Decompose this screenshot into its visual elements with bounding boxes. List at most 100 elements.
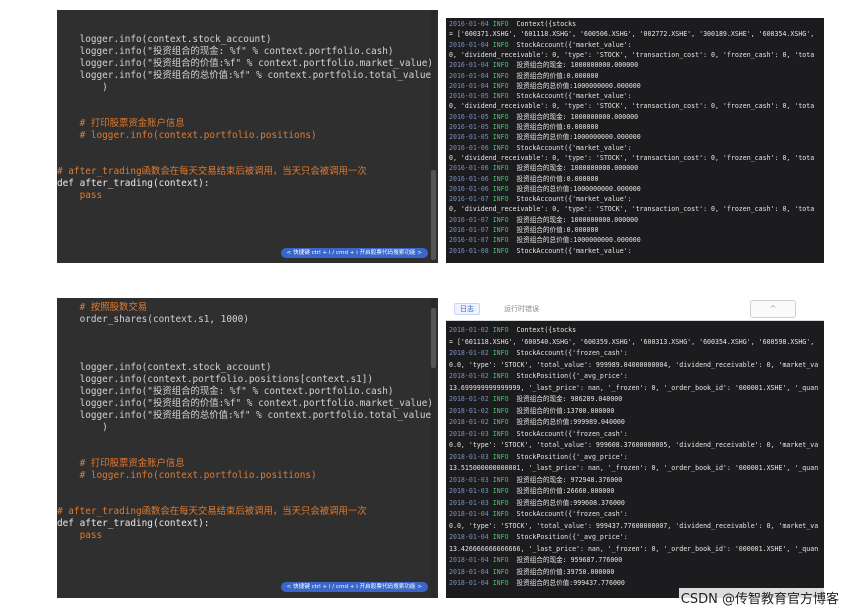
- log-line: 0, 'dividend_receivable': 0, 'type': 'ST…: [446, 154, 824, 162]
- log-level: INFO: [492, 112, 509, 121]
- code-line: logger.info("投资组合的总价值:%f" % context.port…: [57, 70, 432, 81]
- bottom-shortcut-hint[interactable]: < 快捷键 ctrl + i / cmd + i 开启股票代码搜索功能 >: [280, 582, 428, 592]
- top-shortcut-hint[interactable]: < 快捷键 ctrl + i / cmd + i 开启股票代码搜索功能 >: [280, 248, 428, 258]
- log-message: 投资组合的现金: 959687.776000: [516, 556, 623, 564]
- log-line: 2018-01-03 INFO StockPosition({'_avg_pri…: [446, 453, 824, 461]
- log-line: 2018-01-02 INFO 投资组合的现金: 986289.040000: [446, 395, 824, 403]
- log-message: 0.0, 'type': 'STOCK', 'total_value': 999…: [449, 360, 819, 369]
- bottom-code-editor[interactable]: # 按照股数交易 order_shares(context.s1, 1000) …: [57, 298, 438, 598]
- log-level: INFO: [492, 567, 509, 576]
- log-level: INFO: [492, 429, 509, 438]
- log-line: 2018-01-04 INFO StockAccount({'frozen_ca…: [446, 510, 824, 518]
- log-message: 0, 'dividend_receivable': 0, 'type': 'ST…: [449, 205, 815, 214]
- code-line: logger.info("投资组合的现金: %f" % context.port…: [57, 386, 394, 397]
- code-line: # after_trading函数会在每天交易结束后被调用，当天只会被调用一次: [57, 506, 367, 517]
- log-message: 投资组合的价值:13700.000000: [516, 406, 615, 415]
- bottom-code-scrollbar[interactable]: [431, 308, 436, 368]
- log-timestamp: 2018-01-02: [449, 418, 489, 426]
- code-line: logger.info(context.portfolio.positions[…: [57, 374, 374, 385]
- tab-runtime-errors[interactable]: 运行时错误: [504, 304, 539, 314]
- code-line: # 按照股数交易: [57, 302, 148, 313]
- log-message: StockPosition({'_avg_price':: [516, 533, 628, 541]
- code-line: logger.info("投资组合的价值:%f" % context.portf…: [57, 398, 434, 409]
- log-line: 2016-01-07 INFO 投资组合的现金: 1000000000.0000…: [446, 216, 824, 224]
- log-message: 0.0, 'type': 'STOCK', 'total_value': 999…: [449, 521, 819, 530]
- top-log-tabs-strip: [446, 10, 824, 18]
- log-message: Context({stocks: [516, 326, 577, 334]
- log-message: StockAccount({'frozen_cash':: [516, 510, 628, 518]
- log-line: 2018-01-02 INFO StockPosition({'_avg_pri…: [446, 372, 824, 380]
- log-timestamp: 2018-01-04: [449, 567, 489, 576]
- log-line: 2016-01-05 INFO StockAccount({'market_va…: [446, 92, 824, 100]
- top-code-scrollbar[interactable]: [431, 170, 436, 260]
- log-line: 2016-01-07 INFO 投资组合的价值:0.000000: [446, 226, 824, 234]
- code-line: # logger.info(context.portfolio.position…: [57, 470, 317, 481]
- log-line: 13.426666666666666, '_last_price': nan, …: [446, 545, 824, 553]
- tab-log[interactable]: 日志: [454, 303, 480, 315]
- log-line: 2018-01-02 INFO StockAccount({'frozen_ca…: [446, 349, 824, 357]
- log-line: 0, 'dividend_receivable': 0, 'type': 'ST…: [446, 102, 824, 110]
- bottom-log-panel[interactable]: 日志 运行时错误 ^ 2018-01-02 INFO Context({stoc…: [446, 298, 824, 598]
- log-timestamp: 2016-01-06: [449, 164, 489, 173]
- log-line: 2016-01-05 INFO 投资组合的价值:0.000000: [446, 123, 824, 131]
- log-line: 2018-01-04 INFO 投资组合的价值:39750.000000: [446, 568, 824, 576]
- log-timestamp: 2016-01-04: [449, 40, 489, 49]
- top-log-panel[interactable]: 2016-01-04 INFO Context({stocks = ['60037…: [446, 10, 824, 263]
- log-line: 2016-01-05 INFO 投资组合的总价值:1000000000.0000…: [446, 133, 824, 141]
- log-level: INFO: [492, 579, 509, 587]
- log-level: INFO: [492, 236, 509, 245]
- log-message: Context({stocks: [516, 20, 577, 28]
- log-timestamp: 2018-01-02: [449, 395, 489, 403]
- log-line: 2018-01-02 INFO 投资组合的总价值:999989.040000: [446, 418, 824, 426]
- log-timestamp: 2016-01-04: [449, 71, 489, 80]
- log-message: 投资组合的现金: 986289.040000: [516, 395, 623, 403]
- log-level: INFO: [492, 20, 509, 28]
- log-message: 投资组合的价值:39750.000000: [516, 567, 615, 576]
- log-line: 0.0, 'type': 'STOCK', 'total_value': 999…: [446, 522, 824, 530]
- log-level: INFO: [492, 123, 509, 131]
- log-timestamp: 2016-01-05: [449, 92, 489, 101]
- code-line: logger.info("投资组合的价值:%f" % context.portf…: [57, 58, 434, 69]
- log-level: INFO: [492, 61, 509, 70]
- top-code-editor[interactable]: logger.info(context.stock_account) logge…: [57, 10, 438, 263]
- log-line: 2016-01-06 INFO 投资组合的价值:0.000000: [446, 175, 824, 183]
- chevron-up-icon: ^: [769, 304, 777, 313]
- log-level: INFO: [492, 195, 509, 204]
- log-message: StockAccount({'market_value':: [516, 195, 632, 204]
- log-timestamp: 2016-01-06: [449, 174, 489, 183]
- log-message: 投资组合的总价值:1000000000.000000: [516, 81, 641, 90]
- log-line: 2016-01-07 INFO 投资组合的总价值:1000000000.0000…: [446, 236, 824, 244]
- log-line: 2018-01-04 INFO StockPosition({'_avg_pri…: [446, 533, 824, 541]
- log-message: 投资组合的价值:0.000000: [516, 71, 599, 80]
- code-line: order_shares(context.s1, 1000): [57, 314, 249, 325]
- log-timestamp: 2016-01-04: [449, 61, 489, 70]
- log-line: 2016-01-06 INFO 投资组合的总价值:1000000000.0000…: [446, 185, 824, 193]
- log-message: 13.515000000000001, '_last_price': nan, …: [449, 464, 819, 472]
- log-level: INFO: [492, 533, 509, 541]
- log-level: INFO: [492, 406, 509, 415]
- collapse-button[interactable]: ^: [750, 300, 796, 318]
- log-timestamp: 2016-01-05: [449, 123, 489, 131]
- log-message: 13.426666666666666, '_last_price': nan, …: [449, 544, 819, 553]
- log-message: 投资组合的现金: 972948.376000: [516, 475, 623, 484]
- code-line: ): [57, 422, 108, 433]
- log-message: 0.0, 'type': 'STOCK', 'total_value': 999…: [449, 441, 819, 449]
- code-line: logger.info("投资组合的总价值:%f" % context.port…: [57, 410, 432, 421]
- log-timestamp: 2016-01-07: [449, 195, 489, 204]
- log-message: 投资组合的总价值:1000000000.000000: [516, 184, 641, 193]
- log-timestamp: 2016-01-07: [449, 215, 489, 224]
- code-line: logger.info("投资组合的现金: %f" % context.port…: [57, 46, 394, 57]
- log-level: INFO: [492, 395, 509, 403]
- log-level: INFO: [492, 184, 509, 193]
- log-timestamp: 2018-01-03: [449, 429, 489, 438]
- log-level: INFO: [492, 92, 509, 101]
- log-timestamp: 2018-01-03: [449, 475, 489, 484]
- log-message: = ['600371.XSHG', '601118.XSHG', '600506…: [449, 30, 815, 39]
- log-message: StockAccount({'market_value':: [516, 246, 632, 255]
- log-line: 2016-01-04 INFO Context({stocks: [446, 20, 824, 28]
- log-line: 0.0, 'type': 'STOCK', 'total_value': 999…: [446, 361, 824, 369]
- log-line: 2018-01-04 INFO 投资组合的现金: 959687.776000: [446, 556, 824, 564]
- log-line: 2016-01-04 INFO 投资组合的价值:0.000000: [446, 72, 824, 80]
- log-level: INFO: [492, 164, 509, 173]
- log-timestamp: 2016-01-08: [449, 246, 489, 255]
